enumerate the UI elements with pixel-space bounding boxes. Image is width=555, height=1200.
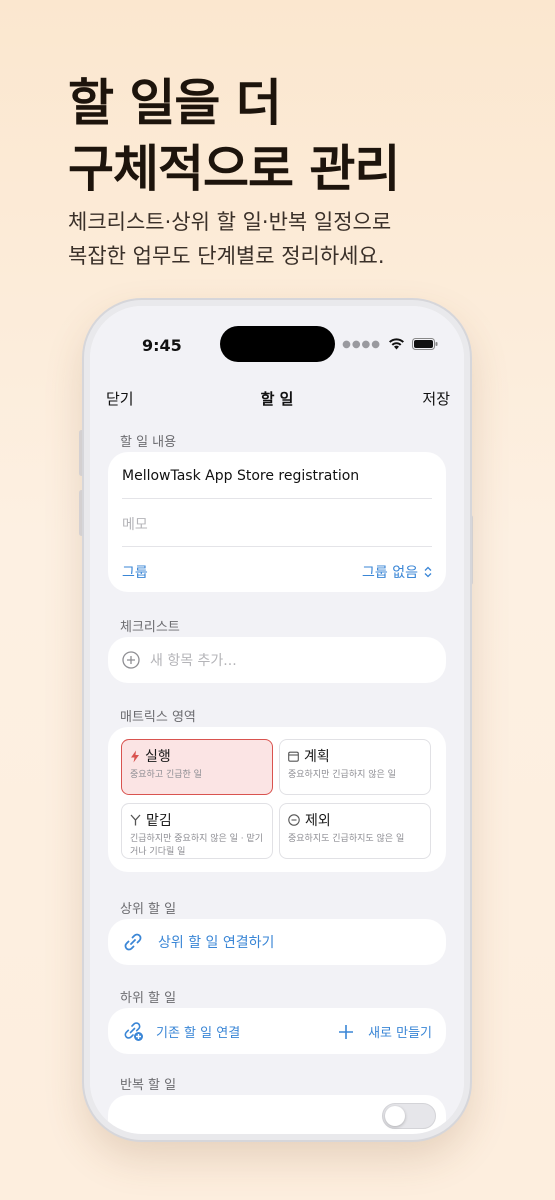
wifi-icon xyxy=(389,338,404,350)
matrix-cell-title: 제외 xyxy=(305,813,331,829)
phone-frame: 9:45 ●●●● 닫기 할 일 저장 할 일 내용 MellowTask Ap… xyxy=(84,300,470,1140)
divider xyxy=(122,498,432,499)
promo-headline: 할 일을 더 구체적으로 관리 xyxy=(68,70,400,202)
matrix-cell-title: 맡김 xyxy=(146,813,172,829)
battery-icon xyxy=(412,338,438,350)
group-label: 그룹 xyxy=(122,565,148,581)
phone-screen: 9:45 ●●●● 닫기 할 일 저장 할 일 내용 MellowTask Ap… xyxy=(90,306,464,1134)
matrix-cell-header: 맡김 xyxy=(130,810,264,830)
matrix-cell-eliminate[interactable]: 제외 중요하지도 긴급하지도 않은 일 xyxy=(279,803,431,859)
create-new-button[interactable]: 새로 만들기 xyxy=(338,1022,432,1041)
matrix-cell-delegate[interactable]: 맡김 긴급하지만 중요하지 않은 일 · 맡기거나 기다릴 일 xyxy=(121,803,273,859)
group-picker[interactable]: 그룹 없음 xyxy=(362,562,432,582)
promo-subline: 체크리스트·상위 할 일·반복 일정으로 복잡한 업무도 단계별로 정리하세요. xyxy=(68,205,391,273)
matrix-cell-header: 제외 xyxy=(288,810,422,830)
chevron-up-down-icon xyxy=(424,566,432,578)
subtasks-card: 기존 할 일 연결 새로 만들기 xyxy=(108,1008,446,1054)
create-new-label: 새로 만들기 xyxy=(368,1026,432,1041)
bolt-icon xyxy=(131,750,139,762)
matrix-cell-do[interactable]: 실행 중요하고 긴급한 일 xyxy=(121,739,273,795)
link-icon xyxy=(124,933,142,951)
parent-card: 상위 할 일 연결하기 xyxy=(108,919,446,965)
section-label-repeat: 반복 할 일 xyxy=(120,1078,177,1093)
matrix-cell-desc: 중요하지도 긴급하지도 않은 일 xyxy=(288,834,405,844)
group-row[interactable]: 그룹 그룹 없음 xyxy=(122,562,432,582)
status-bar: 9:45 ●●●● xyxy=(90,306,464,376)
section-label-subtasks: 하위 할 일 xyxy=(120,991,177,1006)
save-button[interactable]: 저장 xyxy=(422,388,450,409)
section-label-parent: 상위 할 일 xyxy=(120,902,177,917)
status-icons: ●●●● xyxy=(342,338,438,350)
toggle-knob xyxy=(385,1106,405,1126)
signal-dots-icon: ●●●● xyxy=(342,338,381,350)
link-plus-icon xyxy=(124,1022,143,1041)
nav-bar: 닫기 할 일 저장 xyxy=(90,386,464,414)
dynamic-island xyxy=(220,326,335,362)
plus-circle-icon xyxy=(122,651,140,669)
repeat-toggle[interactable] xyxy=(382,1103,436,1129)
section-label-checklist: 체크리스트 xyxy=(120,620,180,635)
matrix-card: 실행 중요하고 긴급한 일 계획 중요하지만 긴급하지 않은 일 맡김 긴급하지… xyxy=(108,727,446,872)
matrix-cell-title: 실행 xyxy=(145,749,171,765)
section-label-content: 할 일 내용 xyxy=(120,435,177,450)
section-label-matrix: 매트릭스 영역 xyxy=(120,710,196,725)
subline-line-2: 복잡한 업무도 단계별로 정리하세요. xyxy=(68,244,385,268)
plus-icon xyxy=(339,1024,354,1039)
matrix-cell-plan[interactable]: 계획 중요하지만 긴급하지 않은 일 xyxy=(279,739,431,795)
divider xyxy=(122,546,432,547)
checklist-add-row[interactable]: 새 항목 추가... xyxy=(122,650,432,670)
headline-line-1: 할 일을 더 xyxy=(68,74,282,132)
subline-line-1: 체크리스트·상위 할 일·반복 일정으로 xyxy=(68,210,392,234)
headline-line-2: 구체적으로 관리 xyxy=(68,140,400,198)
parent-link-label: 상위 할 일 연결하기 xyxy=(158,935,275,951)
minus-circle-icon xyxy=(288,814,300,826)
matrix-cell-desc: 긴급하지만 중요하지 않은 일 · 맡기거나 기다릴 일 xyxy=(130,834,264,857)
matrix-cell-desc: 중요하고 긴급한 일 xyxy=(130,770,202,780)
checklist-card: 새 항목 추가... xyxy=(108,637,446,683)
link-existing-label: 기존 할 일 연결 xyxy=(156,1025,241,1041)
parent-link-row[interactable]: 상위 할 일 연결하기 xyxy=(122,931,432,953)
memo-input[interactable]: 메모 xyxy=(122,514,432,534)
checklist-add-input[interactable]: 새 항목 추가... xyxy=(150,650,237,670)
matrix-cell-header: 계획 xyxy=(288,746,422,766)
matrix-cell-header: 실행 xyxy=(130,746,264,766)
branch-icon xyxy=(130,814,141,826)
group-value: 그룹 없음 xyxy=(362,565,418,581)
task-title-input[interactable]: MellowTask App Store registration xyxy=(122,468,432,484)
content-card: MellowTask App Store registration 메모 그룹 … xyxy=(108,452,446,592)
nav-title: 할 일 xyxy=(260,390,294,408)
matrix-cell-desc: 중요하지만 긴급하지 않은 일 xyxy=(288,770,396,780)
calendar-icon xyxy=(288,751,299,762)
matrix-cell-title: 계획 xyxy=(304,749,330,765)
status-time: 9:45 xyxy=(142,336,182,355)
